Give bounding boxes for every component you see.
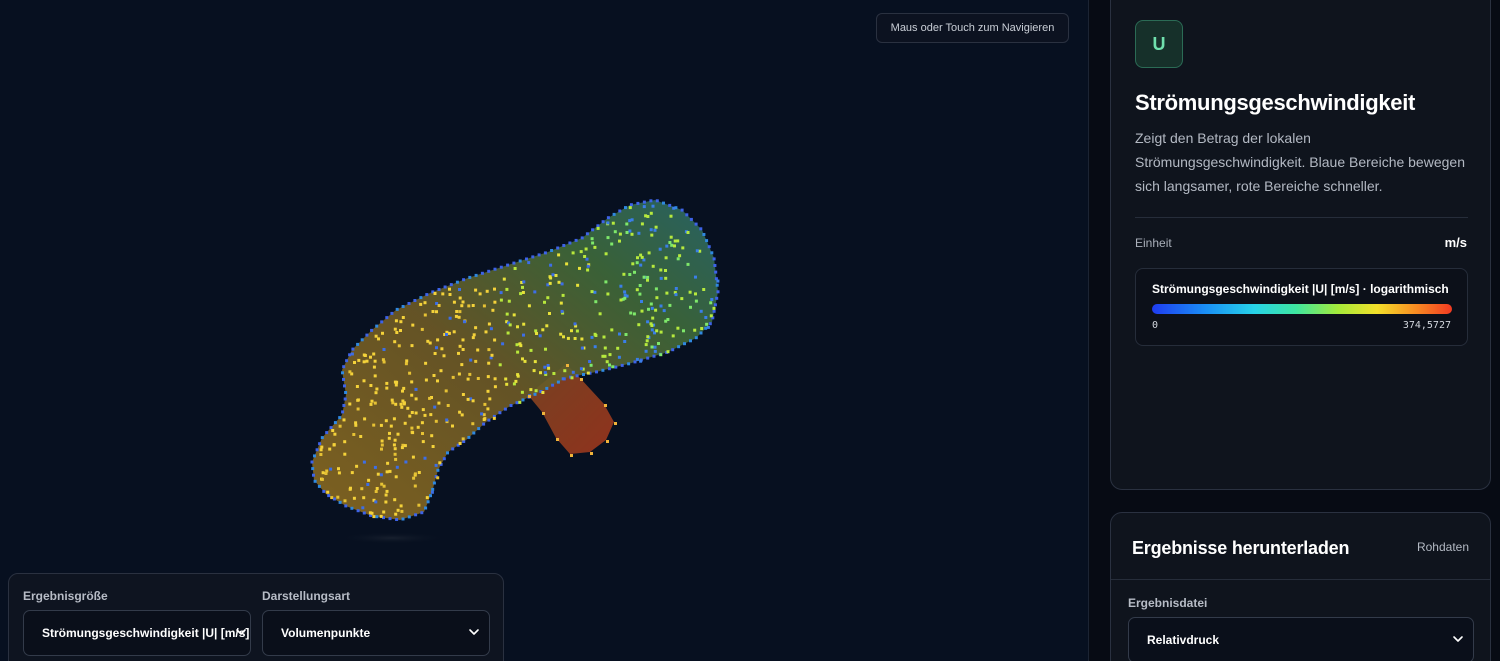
divider [1135, 217, 1468, 218]
raw-data-link[interactable]: Rohdaten [1417, 540, 1469, 554]
legend-title: Strömungsgeschwindigkeit |U| [m/s] · log… [1152, 282, 1449, 296]
quantity-badge: U [1135, 20, 1183, 68]
chevron-down-icon [1453, 636, 1463, 642]
main-volume [312, 200, 718, 520]
result-file-select[interactable]: Relativdruck [1128, 617, 1474, 661]
download-title: Ergebnisse herunterladen [1132, 538, 1350, 558]
result-quantity-value: Strömungsgeschwindigkeit |U| [m/s] [42, 626, 250, 640]
unit-value: m/s [1444, 235, 1467, 250]
ground-shadow [337, 532, 447, 544]
divider [1111, 579, 1490, 580]
download-card: Ergebnisse herunterladen Rohdaten Ergebn… [1110, 512, 1491, 661]
color-legend: Strömungsgeschwindigkeit |U| [m/s] · log… [1135, 268, 1468, 346]
quantity-info-card: U Strömungsgeschwindigkeit Zeigt den Bet… [1110, 0, 1491, 490]
navigation-hint: Maus oder Touch zum Navigieren [876, 13, 1069, 43]
quantity-title: Strömungsgeschwindigkeit [1135, 90, 1416, 115]
quantity-description: Zeigt den Betrag der lokalen Strömungsge… [1135, 130, 1465, 194]
result-file-value: Relativdruck [1147, 633, 1220, 647]
display-mode-label: Darstellungsart [262, 589, 351, 603]
result-quantity-label: Ergebnisgröße [23, 589, 108, 603]
result-file-label: Ergebnisdatei [1128, 596, 1208, 610]
point-cloud-scene[interactable] [0, 0, 1089, 661]
right-sidebar: U Strömungsgeschwindigkeit Zeigt den Bet… [1089, 0, 1500, 661]
chevron-down-icon [469, 629, 479, 635]
chevron-down-icon [236, 629, 246, 635]
legend-color-bar [1152, 304, 1452, 314]
legend-min-value: 0 [1152, 320, 1159, 331]
legend-max-value: 374,5727 [1402, 320, 1451, 331]
display-mode-value: Volumenpunkte [281, 626, 371, 640]
view-controls-panel: Ergebnisgröße Darstellungsart Strömungsg… [8, 573, 504, 661]
result-quantity-select[interactable]: Strömungsgeschwindigkeit |U| [m/s] [23, 610, 251, 656]
display-mode-select[interactable]: Volumenpunkte [262, 610, 490, 656]
unit-label: Einheit [1135, 236, 1172, 250]
3d-viewport[interactable]: Maus oder Touch zum Navigieren Ergebnisg… [0, 0, 1089, 661]
